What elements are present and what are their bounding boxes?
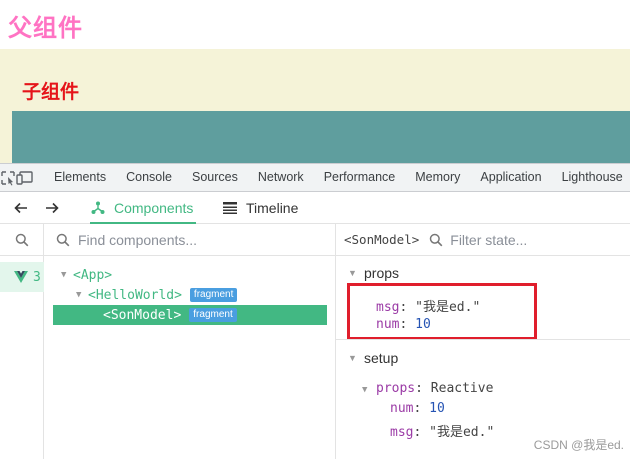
tree-node-label: <SonModel> [103,307,182,323]
setup-value: 10 [429,401,445,416]
timeline-icon [223,201,237,214]
vue-devtools-toolbar: Components Timeline [0,192,630,224]
setup-group-key: props [376,381,416,396]
tab-console[interactable]: Console [116,164,182,191]
tab-components[interactable]: Components [90,192,196,224]
setup-group-type: Reactive [430,381,494,396]
devtools-tab-bar: Elements Console Sources Network Perform… [0,163,630,192]
parent-component-title: 父组件 [8,14,83,42]
setup-msg-row[interactable]: msg: "我是ed." [390,421,494,440]
tab-memory[interactable]: Memory [405,164,470,191]
collapse-arrow-icon: ▼ [348,268,357,278]
component-search-input[interactable]: Find components... [44,224,335,256]
tab-sources[interactable]: Sources [182,164,248,191]
tab-performance[interactable]: Performance [314,164,406,191]
expand-arrow-icon[interactable]: ▼ [61,270,73,280]
app-selector-strip: 3 [0,224,44,459]
tab-lighthouse[interactable]: Lighthouse [552,164,630,191]
tab-elements[interactable]: Elements [44,164,116,191]
tab-components-label: Components [114,199,194,216]
setup-key: msg [390,425,414,440]
teal-content-block [12,111,630,163]
vue-logo-icon [14,271,28,283]
props-highlight-box [347,283,537,340]
inspect-element-icon[interactable] [0,164,16,191]
fragment-badge: fragment [189,308,237,322]
app-search-button[interactable] [0,224,44,256]
tree-node-label: <HelloWorld> [88,287,182,303]
tree-node-app[interactable]: ▼ <App> [61,265,112,285]
search-icon [56,233,70,246]
filter-state-placeholder: Filter state... [450,231,528,248]
app-item[interactable]: 3 [0,262,44,292]
props-section-title: props [364,265,400,281]
rendered-page: 父组件 子组件 [0,0,630,163]
device-toolbar-icon[interactable] [16,164,34,191]
component-search-placeholder: Find components... [78,231,198,248]
collapse-arrow-icon: ▼ [348,353,357,363]
setup-value: "我是ed." [429,425,495,440]
filter-state-input[interactable]: Filter state... [429,232,527,248]
tab-timeline[interactable]: Timeline [222,192,298,223]
setup-num-row[interactable]: num: 10 [390,401,445,416]
section-divider [336,339,630,340]
tree-node-label: <App> [73,267,113,283]
child-component-title: 子组件 [22,81,80,103]
child-component-box: 子组件 [0,49,630,163]
fragment-badge: fragment [189,288,238,302]
tree-node-sonmodel[interactable]: <SonModel> fragment [103,305,237,325]
component-tree-pane: Find components... ▼ <App> ▼ <HelloWorld… [44,224,336,459]
setup-section-toggle[interactable]: ▼ setup [348,350,398,366]
tab-application[interactable]: Application [470,164,551,191]
tab-network[interactable]: Network [248,164,314,191]
tree-node-helloworld[interactable]: ▼ <HelloWorld> fragment [76,285,238,305]
search-icon [15,233,29,246]
app-count: 3 [33,269,41,285]
selected-component-name: <SonModel> [344,232,420,247]
collapse-arrow-icon: ▼ [362,385,368,395]
tree-node-sonmodel-selected[interactable]: <SonModel> fragment [53,305,327,325]
props-section-toggle[interactable]: ▼ props [348,265,399,281]
setup-key: num [390,401,414,416]
search-icon [430,233,443,246]
setup-props-group[interactable]: ▼ props: Reactive [362,381,493,396]
tab-timeline-label: Timeline [246,199,299,216]
components-icon [91,201,105,214]
back-arrow-icon[interactable] [11,198,31,218]
expand-arrow-icon[interactable]: ▼ [76,290,88,300]
setup-section-title: setup [364,350,399,366]
inspector-header: <SonModel> Filter state... [336,224,630,256]
forward-arrow-icon[interactable] [42,198,62,218]
csdn-watermark: CSDN @我是ed. [533,438,624,452]
state-inspector-pane: <SonModel> Filter state... ▼ props msg: … [336,224,630,459]
